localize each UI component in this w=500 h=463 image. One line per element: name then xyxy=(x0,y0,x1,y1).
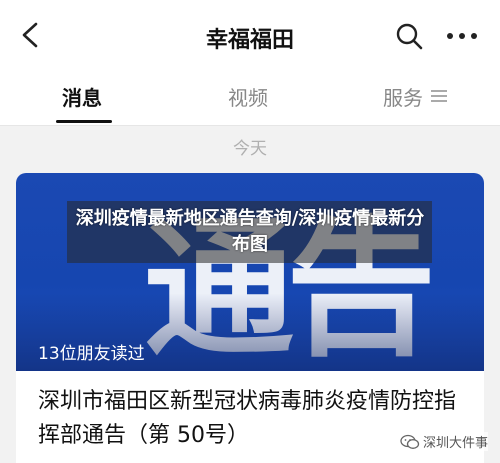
top-bar: 幸福福田 xyxy=(0,0,500,68)
watermark: 深圳大件事 xyxy=(400,432,489,451)
menu-lines-icon[interactable] xyxy=(431,88,447,104)
tab-messages[interactable]: 消息 xyxy=(62,82,102,111)
caption-text: 深圳疫情最新地区通告查询/深圳疫情最新分布图 xyxy=(75,208,425,255)
active-tab-indicator xyxy=(56,120,112,123)
tab-video[interactable]: 视频 xyxy=(228,82,268,111)
tab-bar: 消息 视频 服务 xyxy=(0,68,500,126)
date-separator: 今天 xyxy=(233,139,267,159)
caption-overlay: 深圳疫情最新地区通告查询/深圳疫情最新分布图 xyxy=(67,201,432,263)
search-icon[interactable] xyxy=(394,21,424,51)
friends-read-count: 13位朋友读过 xyxy=(38,344,145,364)
page-title: 幸福福田 xyxy=(205,28,294,53)
more-dots-icon[interactable] xyxy=(444,21,480,51)
wechat-icon xyxy=(400,434,420,449)
tab-services[interactable]: 服务 xyxy=(383,82,423,111)
watermark-text: 深圳大件事 xyxy=(423,432,489,451)
